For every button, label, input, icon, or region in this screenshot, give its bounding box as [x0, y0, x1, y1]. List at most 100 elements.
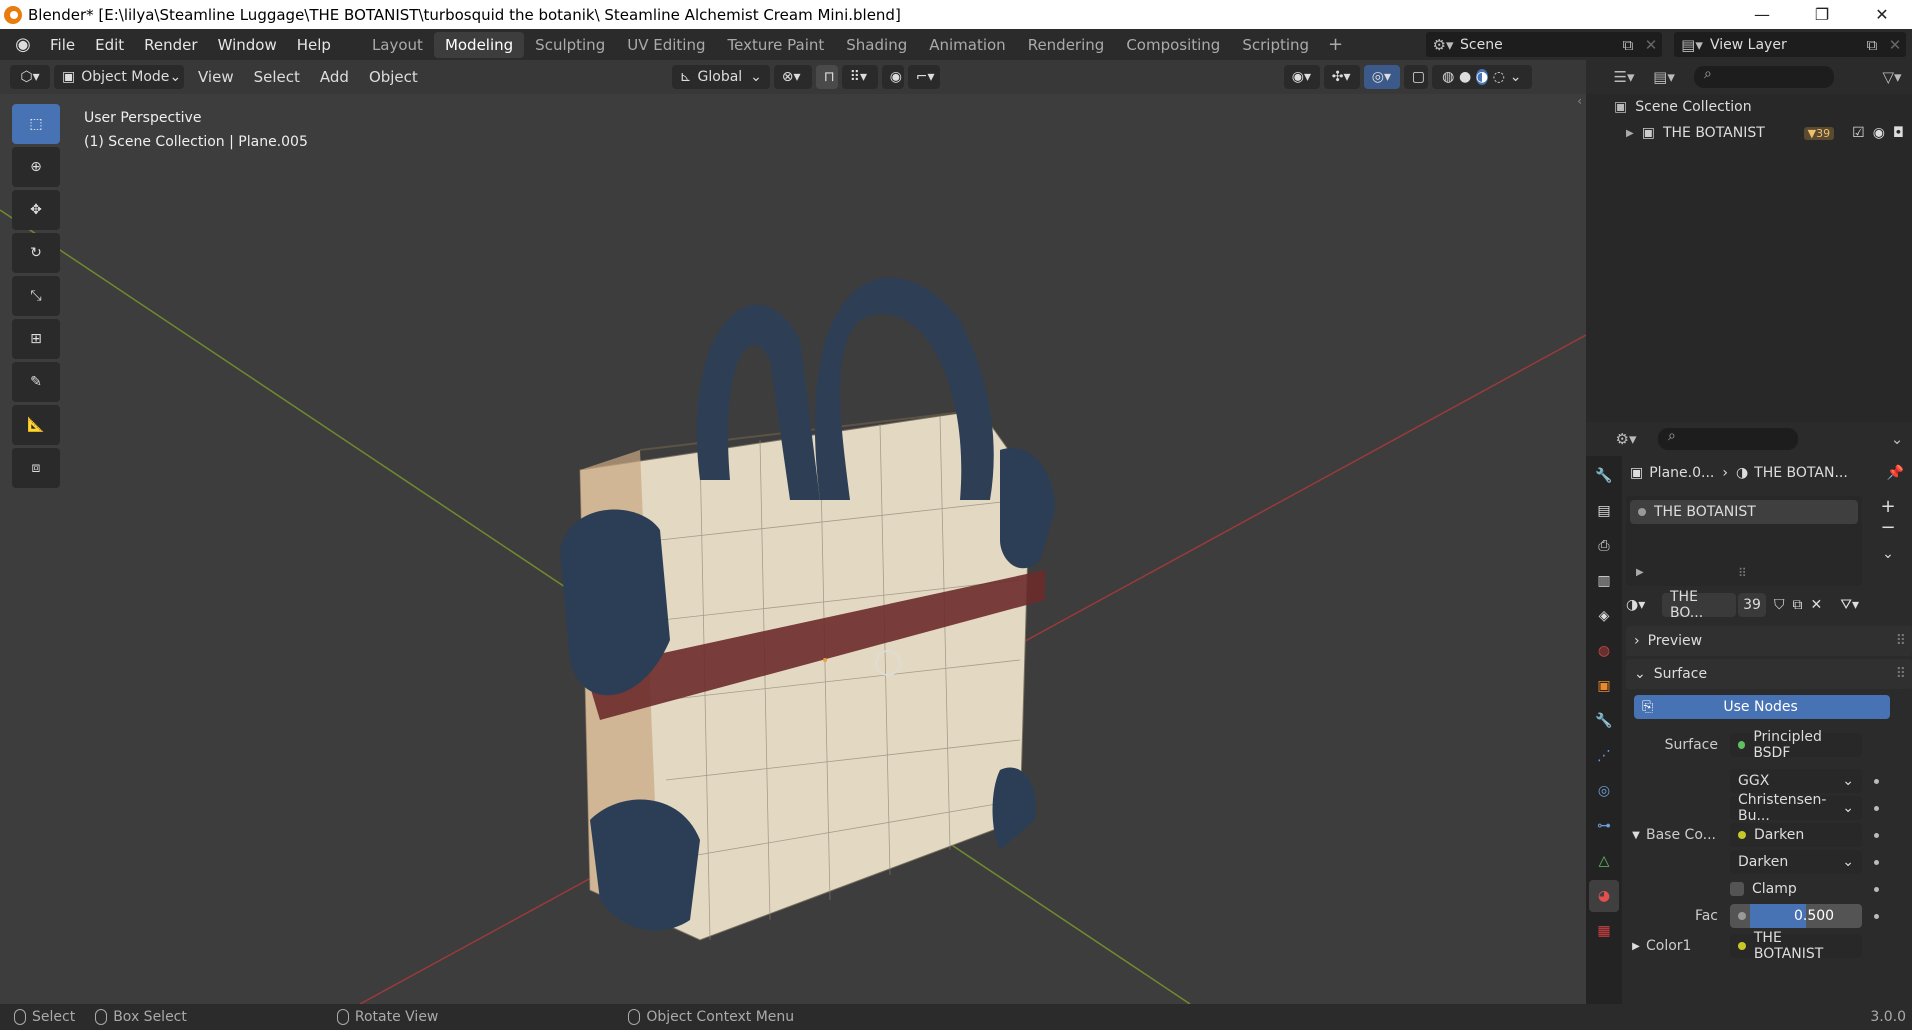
chevron-down-icon[interactable]: ⌄: [1882, 546, 1894, 562]
delete-scene-icon[interactable]: ✕: [1640, 36, 1662, 54]
gizmo-button[interactable]: ✣▾: [1323, 65, 1360, 89]
falloff-button[interactable]: ⌐▾: [907, 65, 940, 89]
sidebar-toggle-icon[interactable]: ‹: [1577, 94, 1582, 108]
tab-constraints[interactable]: ⊶: [1589, 810, 1619, 842]
expand-icon[interactable]: ▶: [1626, 128, 1634, 139]
view-layer-name[interactable]: View Layer: [1710, 37, 1787, 53]
transform-tool[interactable]: ⊞: [12, 319, 60, 359]
tab-material[interactable]: ◕: [1589, 880, 1619, 912]
keyframe-dot[interactable]: [1874, 779, 1879, 784]
menu-window[interactable]: Window: [208, 36, 287, 54]
blender-menu-icon[interactable]: ◉: [12, 34, 34, 56]
material-slot-list[interactable]: THE BOTANIST ▶ ⠿: [1626, 496, 1862, 586]
eye-icon[interactable]: ◉: [1873, 125, 1885, 141]
minimize-button[interactable]: —: [1732, 0, 1792, 29]
select-box-tool[interactable]: ⬚: [12, 104, 60, 144]
use-nodes-button[interactable]: ⎘ Use Nodes: [1634, 695, 1890, 719]
fac-slider[interactable]: 0.500: [1730, 904, 1862, 928]
tab-animation[interactable]: Animation: [918, 32, 1016, 58]
outliner-search-input[interactable]: ⌕: [1694, 66, 1834, 88]
tab-tool[interactable]: 🔧: [1589, 460, 1619, 492]
surface-shader-field[interactable]: Principled BSDF: [1730, 729, 1862, 761]
resize-handle-icon[interactable]: ⠿: [1738, 566, 1747, 580]
tab-scene[interactable]: ◈: [1589, 600, 1619, 632]
pivot-point-button[interactable]: ⊗▾: [773, 65, 812, 89]
remove-slot-icon[interactable]: −: [1880, 517, 1895, 538]
tab-particles[interactable]: ⋰: [1589, 740, 1619, 772]
viewport-menu-add[interactable]: Add: [310, 68, 359, 86]
cursor-tool[interactable]: ⊕: [12, 147, 60, 187]
viewport-scene[interactable]: [0, 60, 1586, 1004]
tab-texture-paint[interactable]: Texture Paint: [716, 32, 835, 58]
keyframe-dot[interactable]: [1874, 833, 1879, 838]
new-view-layer-icon[interactable]: ⧉: [1860, 36, 1884, 54]
tab-data[interactable]: △: [1589, 845, 1619, 877]
material-browse-icon[interactable]: ◑▾: [1626, 597, 1662, 613]
material-preview-icon[interactable]: ◑: [1475, 69, 1489, 85]
properties-editor-icon[interactable]: ⚙▾: [1606, 430, 1646, 448]
rendered-icon[interactable]: ◌: [1493, 69, 1505, 85]
scene-selector[interactable]: ⚙▾ Scene ⧉ ✕: [1426, 32, 1662, 57]
keyframe-dot[interactable]: [1874, 887, 1879, 892]
wireframe-icon[interactable]: ◍: [1442, 69, 1454, 85]
duplicate-icon[interactable]: ⧉: [1793, 597, 1803, 613]
preview-section[interactable]: › Preview ⠿: [1626, 626, 1912, 656]
tab-layout[interactable]: Layout: [361, 32, 434, 58]
expand-icon[interactable]: ▶: [1626, 941, 1646, 952]
filter-icon[interactable]: ⛛▾: [1840, 597, 1859, 613]
drag-handle-icon[interactable]: ⠿: [1896, 633, 1906, 649]
camera-icon[interactable]: ◘: [1893, 125, 1904, 141]
tab-modifiers[interactable]: 🔧: [1589, 705, 1619, 737]
menu-edit[interactable]: Edit: [85, 36, 134, 54]
snap-toggle[interactable]: ⊓: [815, 65, 838, 89]
outliner-editor-icon[interactable]: ☰▾: [1604, 68, 1644, 86]
menu-render[interactable]: Render: [134, 36, 207, 54]
add-cube-tool[interactable]: ⧈: [12, 448, 60, 488]
3d-viewport[interactable]: ⬡▾ ▣ Object Mode ⌄ View Select Add Objec…: [0, 60, 1586, 1004]
menu-file[interactable]: File: [40, 36, 85, 54]
keyframe-dot[interactable]: [1874, 914, 1879, 919]
keyframe-dot[interactable]: [1874, 860, 1879, 865]
clamp-checkbox[interactable]: [1730, 882, 1744, 896]
viewport-menu-object[interactable]: Object: [359, 68, 428, 86]
material-name-field[interactable]: THE BO...: [1662, 589, 1736, 621]
mode-dropdown[interactable]: ▣ Object Mode ⌄: [54, 65, 184, 89]
material-slot-item[interactable]: THE BOTANIST: [1630, 500, 1858, 524]
measure-tool[interactable]: 📐: [12, 405, 60, 445]
viewport-menu-view[interactable]: View: [188, 68, 244, 86]
color1-field[interactable]: THE BOTANIST: [1730, 930, 1862, 962]
tab-scripting[interactable]: Scripting: [1231, 32, 1320, 58]
tab-sculpting[interactable]: Sculpting: [524, 32, 616, 58]
tab-output[interactable]: ⎙: [1589, 530, 1619, 562]
subsurface-method-dropdown[interactable]: Christensen-Bu... ⌄: [1730, 792, 1862, 824]
drag-handle-icon[interactable]: ⠿: [1896, 666, 1906, 682]
tab-object[interactable]: ▣: [1589, 670, 1619, 702]
proportional-edit-toggle[interactable]: ◉: [881, 65, 904, 89]
transform-orientation-dropdown[interactable]: ⊾ Global ⌄: [671, 65, 770, 89]
add-workspace-button[interactable]: +: [1320, 34, 1351, 55]
tab-physics[interactable]: ◎: [1589, 775, 1619, 807]
surface-section[interactable]: ⌄ Surface ⠿: [1626, 659, 1912, 689]
annotate-tool[interactable]: ✎: [12, 362, 60, 402]
delete-view-layer-icon[interactable]: ✕: [1884, 36, 1906, 54]
visibility-button[interactable]: ◉▾: [1283, 65, 1320, 89]
tab-compositing[interactable]: Compositing: [1115, 32, 1231, 58]
tab-modeling[interactable]: Modeling: [433, 31, 525, 58]
expand-icon[interactable]: ▶: [1636, 567, 1644, 578]
chevron-down-icon[interactable]: ⌄: [1510, 69, 1522, 85]
new-scene-icon[interactable]: ⧉: [1616, 36, 1640, 54]
move-tool[interactable]: ✥: [12, 190, 60, 230]
tab-texture[interactable]: ▦: [1589, 915, 1619, 947]
checkbox-icon[interactable]: ☑: [1852, 125, 1865, 141]
collapse-icon[interactable]: ▼: [1626, 830, 1646, 841]
add-slot-icon[interactable]: +: [1880, 496, 1895, 517]
fake-user-icon[interactable]: ⛉: [1774, 597, 1785, 613]
blend-mode-dropdown[interactable]: Darken ⌄: [1730, 850, 1862, 874]
scene-collection-row[interactable]: ▣ Scene Collection: [1586, 94, 1912, 120]
tab-render[interactable]: ▤: [1589, 495, 1619, 527]
outliner-item-the-botanist[interactable]: ▶ ▣ THE BOTANIST ▼39 ☑ ◉ ◘: [1586, 120, 1912, 146]
scale-tool[interactable]: ⤡: [12, 276, 60, 316]
tab-rendering[interactable]: Rendering: [1017, 32, 1116, 58]
unlink-icon[interactable]: ✕: [1811, 597, 1823, 613]
tab-shading[interactable]: Shading: [835, 32, 918, 58]
